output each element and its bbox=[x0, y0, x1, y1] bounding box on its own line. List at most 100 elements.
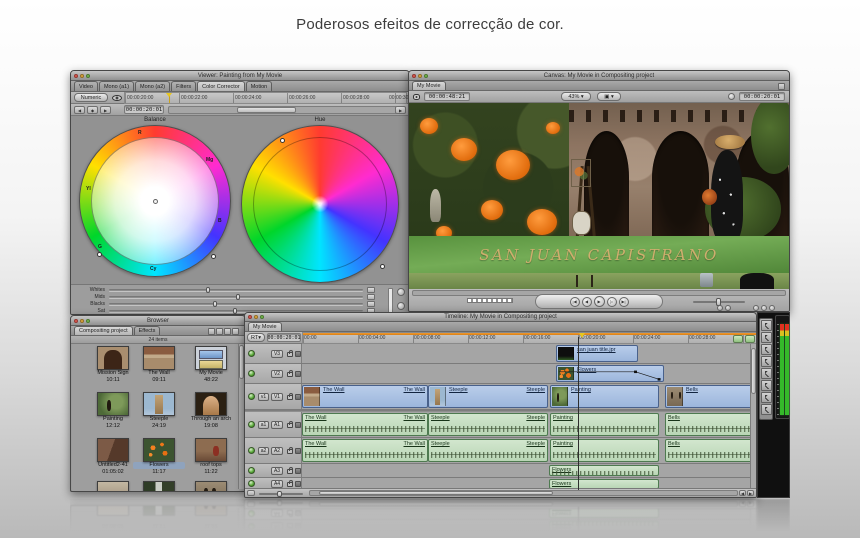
timeline-ruler[interactable]: 00:00 00:00:04:00 00:00:08:00 00:00:12:0… bbox=[302, 332, 757, 344]
ripple-tool-icon[interactable] bbox=[761, 356, 772, 367]
window-controls[interactable] bbox=[74, 319, 90, 323]
hue-color-wheel[interactable] bbox=[241, 125, 399, 283]
browser-clip-the-wall[interactable]: The Wall 09:11 bbox=[133, 346, 185, 384]
zoom-level-popup[interactable]: 43% ▾ bbox=[561, 92, 591, 101]
razor-tool-icon[interactable] bbox=[761, 368, 772, 379]
hue-handle[interactable] bbox=[380, 264, 385, 269]
view-as-icons-icon[interactable] bbox=[216, 328, 223, 335]
track-lock-icon[interactable] bbox=[287, 372, 293, 377]
viewer-playhead[interactable] bbox=[169, 93, 170, 103]
track-height-icon[interactable] bbox=[295, 448, 301, 454]
timeline-titlebar[interactable]: Timeline: My Movie in Compositing projec… bbox=[245, 313, 756, 322]
track-height-icon[interactable] bbox=[295, 422, 301, 428]
timeline-vertical-scrollbar[interactable] bbox=[750, 344, 756, 488]
keyframe-area-scrollbar[interactable] bbox=[168, 106, 397, 114]
track-destination-button[interactable]: A4 bbox=[271, 480, 283, 488]
tab-mono-a2[interactable]: Mono (a2) bbox=[135, 81, 170, 91]
tab-my-movie[interactable]: My Movie bbox=[412, 81, 446, 90]
track-lock-icon[interactable] bbox=[287, 423, 293, 428]
scroll-right-button[interactable]: ▶ bbox=[747, 490, 754, 496]
selection-tool-icon[interactable] bbox=[761, 320, 772, 331]
canvas-video-frame[interactable]: SAN JUAN CAPISTRANO bbox=[409, 103, 789, 289]
track-destination-button[interactable]: A1 bbox=[271, 421, 283, 429]
tab-filters[interactable]: Filters bbox=[171, 81, 196, 91]
track-destination-button[interactable]: A2 bbox=[271, 447, 283, 455]
mark-in-button[interactable] bbox=[717, 305, 723, 311]
scroll-right-button[interactable]: ▶ bbox=[395, 106, 406, 114]
canvas-duration-field[interactable]: 00:00:48:21 bbox=[424, 92, 470, 101]
track-destination-button[interactable]: A3 bbox=[271, 467, 283, 475]
tab-options-icon[interactable] bbox=[778, 83, 785, 90]
browser-clip-my-movie[interactable]: My Movie 48:22 bbox=[185, 346, 237, 384]
timeline-zoom-slider[interactable] bbox=[259, 493, 303, 495]
timeline-audio-bells-a2[interactable]: Bells bbox=[665, 439, 756, 462]
browser-clip-roof-tops[interactable]: roof tops 11:22 bbox=[185, 438, 237, 476]
browser-clip-partial[interactable] bbox=[87, 481, 139, 491]
jog-control[interactable] bbox=[693, 301, 745, 303]
play-around-button[interactable]: ▷ bbox=[607, 297, 617, 307]
track-height-icon[interactable] bbox=[295, 468, 301, 474]
view-medium-icons-icon[interactable] bbox=[224, 328, 231, 335]
opacity-keyframe-line[interactable] bbox=[557, 366, 663, 381]
track-height-icon[interactable] bbox=[295, 394, 301, 400]
track-enable-button[interactable] bbox=[248, 467, 255, 474]
add-keyframe-button[interactable] bbox=[761, 305, 767, 311]
timeline-audio-the-wall-a1[interactable]: The Wall The Wall bbox=[302, 413, 428, 436]
tab-effects[interactable]: Effects bbox=[134, 326, 161, 335]
timeline-clip-bells-v1[interactable]: Bells bbox=[665, 385, 756, 408]
timeline-horizontal-scrollbar[interactable] bbox=[309, 490, 738, 496]
timeline-audio-steeple-a2[interactable]: Steeple Steeple bbox=[428, 439, 548, 462]
tab-video[interactable]: Video bbox=[74, 81, 98, 91]
hue-handle[interactable] bbox=[280, 138, 285, 143]
eye-icon[interactable] bbox=[112, 95, 122, 101]
crop-tool-icon[interactable] bbox=[761, 392, 772, 403]
timeline-clip-painting-v1[interactable]: Painting bbox=[550, 385, 659, 408]
track-destination-button[interactable]: V1 bbox=[271, 393, 283, 401]
tab-color-corrector[interactable]: Color Corrector bbox=[197, 81, 245, 91]
track-height-icon[interactable] bbox=[295, 371, 301, 377]
track-destination-button[interactable]: V3 bbox=[271, 350, 283, 358]
tab-mono-a1[interactable]: Mono (a1) bbox=[99, 81, 134, 91]
timeline-clip-san-juan-title[interactable]: san juan title.jpr bbox=[556, 345, 638, 362]
canvas-current-timecode-field[interactable]: 00:00:20:01 bbox=[739, 92, 785, 101]
track-enable-button[interactable] bbox=[248, 393, 255, 400]
timeline-audio-the-wall-a2[interactable]: The Wall The Wall bbox=[302, 439, 428, 462]
viewer-titlebar[interactable]: Viewer: Painting from My Movie bbox=[71, 71, 409, 81]
tab-my-movie-sequence[interactable]: My Movie bbox=[248, 322, 282, 331]
track-lock-icon[interactable] bbox=[287, 352, 293, 357]
balance-handle[interactable] bbox=[97, 252, 102, 257]
track-enable-button[interactable] bbox=[248, 350, 255, 357]
browser-clip-through-an-arch[interactable]: Through an arch 19:08 bbox=[185, 392, 237, 430]
match-frame-button[interactable] bbox=[769, 305, 775, 311]
playhead-marker[interactable] bbox=[579, 333, 585, 338]
rt-popup-button[interactable]: RT▾ bbox=[247, 333, 265, 342]
browser-clip-partial[interactable] bbox=[185, 481, 237, 491]
canvas-titlebar[interactable]: Canvas: My Movie in Compositing project bbox=[409, 71, 789, 81]
timeline-audio-flowers-a3[interactable]: Flowers bbox=[549, 465, 659, 476]
tab-compositing-project[interactable]: Compositing project bbox=[74, 326, 133, 335]
whites-keyframe-button[interactable] bbox=[367, 287, 375, 293]
viewer-timecode-field[interactable]: 00:00:20:01 bbox=[124, 105, 164, 114]
timeline-audio-painting-a1[interactable]: Painting bbox=[550, 413, 659, 436]
browser-titlebar[interactable]: Browser bbox=[71, 316, 245, 326]
pen-tool-icon[interactable] bbox=[761, 404, 772, 415]
keyframe-ruler[interactable]: 00:00:20:00 00:00:22:00 00:00:24:00 00:0… bbox=[124, 92, 407, 104]
balance-color-wheel[interactable]: R Mg B Cy G Yl bbox=[79, 125, 231, 277]
view-as-list-icon[interactable] bbox=[208, 328, 215, 335]
mark-out-button[interactable] bbox=[725, 305, 731, 311]
track-enable-button[interactable] bbox=[248, 370, 255, 377]
browser-clip-mission-sign[interactable]: Mission Sign 10:11 bbox=[87, 346, 139, 384]
browser-clip-flowers-selected[interactable]: Flowers 11:17 bbox=[133, 438, 185, 476]
view-large-icons-icon[interactable] bbox=[232, 328, 239, 335]
track-lock-icon[interactable] bbox=[287, 449, 293, 454]
shuttle-control[interactable] bbox=[467, 298, 513, 303]
previous-edit-button[interactable]: |◀ bbox=[570, 297, 580, 307]
mids-slider[interactable] bbox=[109, 296, 363, 298]
track-source-button[interactable]: a2 bbox=[258, 447, 269, 455]
add-keyframe-button[interactable]: ◆ bbox=[87, 106, 98, 114]
blacks-keyframe-button[interactable] bbox=[367, 301, 375, 307]
view-options-popup[interactable]: ▣ ▾ bbox=[597, 92, 621, 101]
browser-clip-painting[interactable]: Painting 12:12 bbox=[87, 392, 139, 430]
track-select-tool-icon[interactable] bbox=[761, 344, 772, 355]
timeline-clip-flowers-v2[interactable]: Flowers bbox=[556, 365, 664, 382]
